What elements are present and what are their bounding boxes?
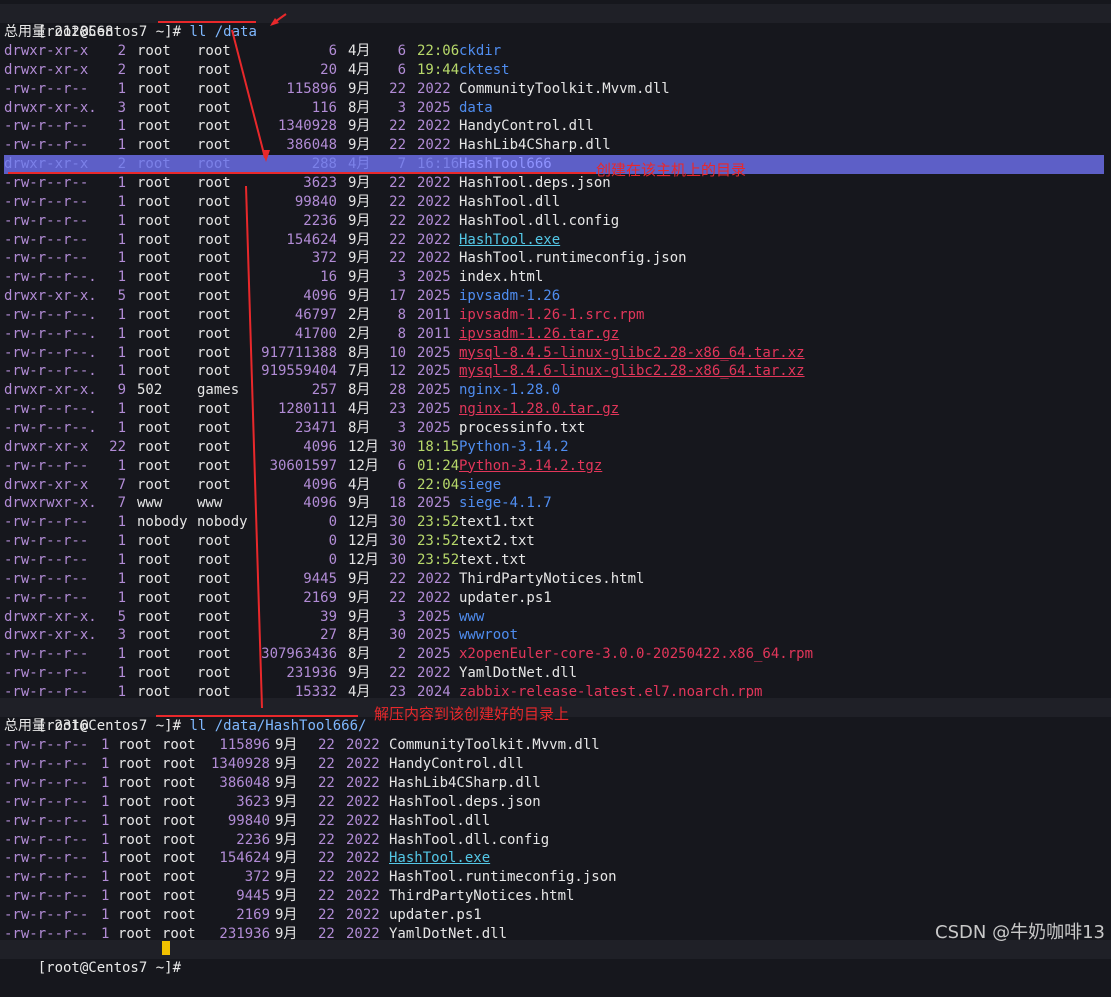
prompt: [root@Centos7 ~]# <box>37 960 182 976</box>
watermark: CSDN @牛奶咖啡13 <box>935 922 1105 943</box>
terminal-window[interactable]: [root@Centos7 ~]# ll /data 总用量 2128568 d… <box>0 0 1111 976</box>
annotation-created-dir: 创建在该主机上的目录 <box>596 161 747 179</box>
underline-command-2 <box>156 715 358 717</box>
annotation-arrows <box>231 13 287 709</box>
annotation-extract-to: 解压内容到该创建好的目录上 <box>374 705 570 723</box>
underline-hashtool666 <box>8 172 596 174</box>
